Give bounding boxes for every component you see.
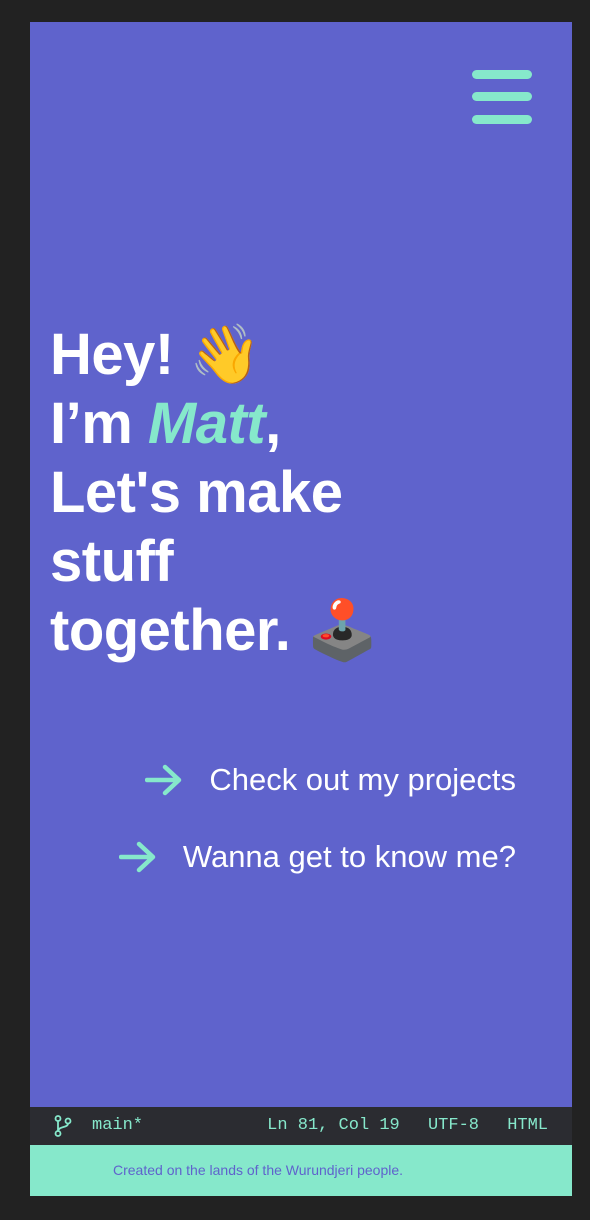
projects-link[interactable]: Check out my projects — [119, 757, 516, 803]
file-encoding[interactable]: UTF-8 — [428, 1116, 479, 1135]
joystick-icon: 🕹️ — [306, 598, 378, 663]
hero-headline: Hey! 👋 I’m Matt, Let's make stuff togeth… — [50, 320, 378, 665]
arrow-right-icon — [118, 841, 156, 873]
about-me-link[interactable]: Wanna get to know me? — [118, 834, 516, 880]
intro-suffix: , — [265, 391, 281, 456]
status-info: Ln 81, Col 19 UTF-8 HTML — [249, 1107, 548, 1145]
headline-line-3: Let's make — [50, 460, 343, 525]
footer: Created on the lands of the Wurundjeri p… — [30, 1145, 572, 1196]
branch-indicator[interactable]: main* — [54, 1107, 143, 1145]
hamburger-menu-icon[interactable] — [472, 70, 532, 124]
acknowledgement-text: Created on the lands of the Wurundjeri p… — [113, 1162, 404, 1178]
editor-status-bar: main* Ln 81, Col 19 UTF-8 HTML — [30, 1107, 572, 1145]
about-me-link-label: Wanna get to know me? — [182, 839, 516, 874]
menu-bar-bottom — [472, 115, 532, 124]
waving-hand-icon: 👋 — [189, 322, 262, 387]
menu-bar-top — [472, 70, 532, 79]
headline-line-2: I’m Matt, — [50, 389, 378, 458]
headline-line-5: together. 🕹️ — [50, 596, 378, 665]
git-branch-icon — [54, 1115, 72, 1137]
headline-line-1: Hey! 👋 — [50, 320, 378, 389]
name-highlight: Matt — [147, 391, 266, 456]
branch-name: main* — [92, 1116, 144, 1135]
cursor-position[interactable]: Ln 81, Col 19 — [267, 1116, 400, 1135]
app-frame: Hey! 👋 I’m Matt, Let's make stuff togeth… — [30, 22, 572, 1196]
intro-prefix: I’m — [50, 391, 148, 456]
arrow-right-icon — [145, 764, 182, 796]
hero-screen: Hey! 👋 I’m Matt, Let's make stuff togeth… — [30, 22, 572, 1107]
together-text: together. — [50, 598, 291, 663]
language-mode[interactable]: HTML — [507, 1116, 548, 1135]
greeting-text: Hey! — [50, 322, 174, 387]
headline-line-4: stuff — [50, 529, 174, 594]
cta-links: Check out my projects Wanna get to know … — [118, 757, 516, 911]
menu-bar-middle — [472, 92, 532, 101]
projects-link-label: Check out my projects — [209, 762, 516, 797]
